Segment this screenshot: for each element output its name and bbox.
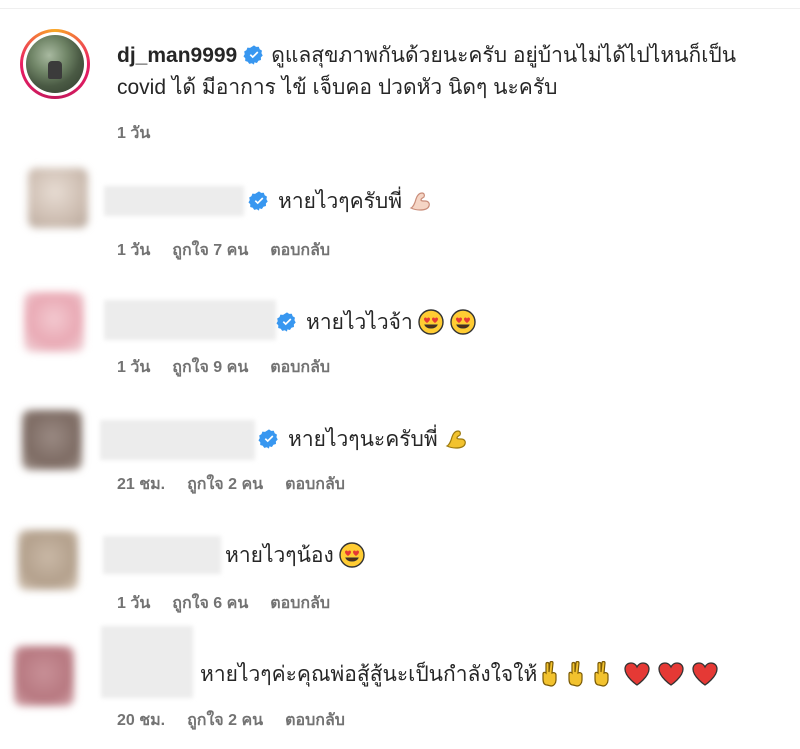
like-count[interactable]: ถูกใจ 2 คน bbox=[187, 708, 263, 733]
comment-avatar[interactable] bbox=[28, 168, 88, 228]
heart-eyes-emoji-icon bbox=[450, 309, 476, 335]
post-caption: dj_man9999 ดูแลสุขภาพกันด้วยนะครับ อยู่บ้… bbox=[117, 40, 800, 104]
like-count[interactable]: ถูกใจ 6 คน bbox=[172, 591, 248, 616]
victory-hand-icon bbox=[594, 661, 609, 687]
comment-avatar[interactable] bbox=[24, 292, 84, 352]
reply-button[interactable]: ตอบกลับ bbox=[285, 472, 345, 497]
comment-time[interactable]: 1 วัน bbox=[117, 355, 150, 380]
red-heart-icon bbox=[658, 662, 684, 686]
flexed-biceps-icon bbox=[445, 430, 466, 449]
comment-avatar[interactable] bbox=[14, 646, 74, 706]
reply-button[interactable]: ตอบกลับ bbox=[285, 708, 345, 733]
comment-text: หายไวๆครับพี่ bbox=[278, 189, 403, 213]
comment-meta: 1 วัน ถูกใจ 9 คน ตอบกลับ bbox=[117, 355, 330, 380]
reply-button[interactable]: ตอบกลับ bbox=[270, 591, 330, 616]
verified-badge-icon bbox=[248, 191, 268, 211]
post-username[interactable]: dj_man9999 bbox=[117, 44, 237, 67]
comment-avatar[interactable] bbox=[18, 530, 78, 590]
like-count[interactable]: ถูกใจ 7 คน bbox=[172, 238, 248, 263]
comment-username-redacted bbox=[104, 300, 276, 340]
comment-body: หายไวๆน้อง bbox=[225, 540, 366, 570]
comment-avatar[interactable] bbox=[22, 410, 82, 470]
comment-time[interactable]: 1 วัน bbox=[117, 238, 150, 263]
post-meta: 1 วัน bbox=[117, 121, 150, 146]
verified-badge-icon bbox=[276, 312, 296, 332]
caption-text-line1: ดูแลสุขภาพกันด้วยนะครับ อยู่บ้านไม่ได้ไป… bbox=[271, 44, 737, 67]
comment-username-redacted bbox=[103, 536, 221, 574]
red-heart-icon bbox=[692, 662, 718, 686]
comment-username-redacted bbox=[100, 420, 255, 460]
comment-text: หายไวๆค่ะคุณพ่อสู้สู้นะเป็นกำลังใจให้ bbox=[200, 662, 538, 686]
like-count[interactable]: ถูกใจ 9 คน bbox=[172, 355, 248, 380]
comment-text: หายไวๆนะครับพี่ bbox=[288, 427, 438, 451]
comment-username-redacted bbox=[104, 186, 244, 216]
post-author-avatar[interactable] bbox=[20, 29, 90, 99]
heart-eyes-emoji-icon bbox=[418, 309, 444, 335]
reply-button[interactable]: ตอบกลับ bbox=[270, 238, 330, 263]
comment-body: หายไวๆค่ะคุณพ่อสู้สู้นะเป็นกำลังใจให้ bbox=[200, 659, 719, 689]
comment-username-redacted bbox=[101, 626, 193, 698]
red-heart-icon bbox=[624, 662, 650, 686]
comment-time[interactable]: 21 ชม. bbox=[117, 472, 165, 497]
comment-text: หายไวไวจ้า bbox=[306, 310, 413, 334]
caption-text-line2: covid ได้ มีอาการ ไข้ เจ็บคอ ปวดหัว นิดๆ… bbox=[117, 76, 558, 99]
verified-badge-icon bbox=[258, 429, 278, 449]
victory-hand-icon bbox=[568, 661, 583, 687]
comments-panel: dj_man9999 ดูแลสุขภาพกันด้วยนะครับ อยู่บ้… bbox=[0, 0, 800, 749]
heart-eyes-emoji-icon bbox=[339, 542, 365, 568]
comment-meta: 20 ชม. ถูกใจ 2 คน ตอบกลับ bbox=[117, 708, 345, 733]
comment-meta: 1 วัน ถูกใจ 7 คน ตอบกลับ bbox=[117, 238, 330, 263]
comment-time[interactable]: 20 ชม. bbox=[117, 708, 165, 733]
comment-time[interactable]: 1 วัน bbox=[117, 591, 150, 616]
like-count[interactable]: ถูกใจ 2 คน bbox=[187, 472, 263, 497]
flexed-biceps-icon bbox=[409, 192, 430, 211]
avatar-photo bbox=[26, 35, 84, 93]
comment-body: หายไวไวจ้า bbox=[276, 307, 477, 337]
comment-meta: 21 ชม. ถูกใจ 2 คน ตอบกลับ bbox=[117, 472, 345, 497]
comment-body: หายไวๆครับพี่ bbox=[248, 186, 432, 216]
comment-text: หายไวๆน้อง bbox=[225, 543, 334, 567]
post-time[interactable]: 1 วัน bbox=[117, 121, 150, 146]
comment-meta: 1 วัน ถูกใจ 6 คน ตอบกลับ bbox=[117, 591, 330, 616]
reply-button[interactable]: ตอบกลับ bbox=[270, 355, 330, 380]
verified-badge-icon bbox=[243, 45, 263, 65]
comment-body: หายไวๆนะครับพี่ bbox=[258, 424, 468, 454]
victory-hand-icon bbox=[542, 661, 557, 687]
divider bbox=[0, 8, 800, 9]
